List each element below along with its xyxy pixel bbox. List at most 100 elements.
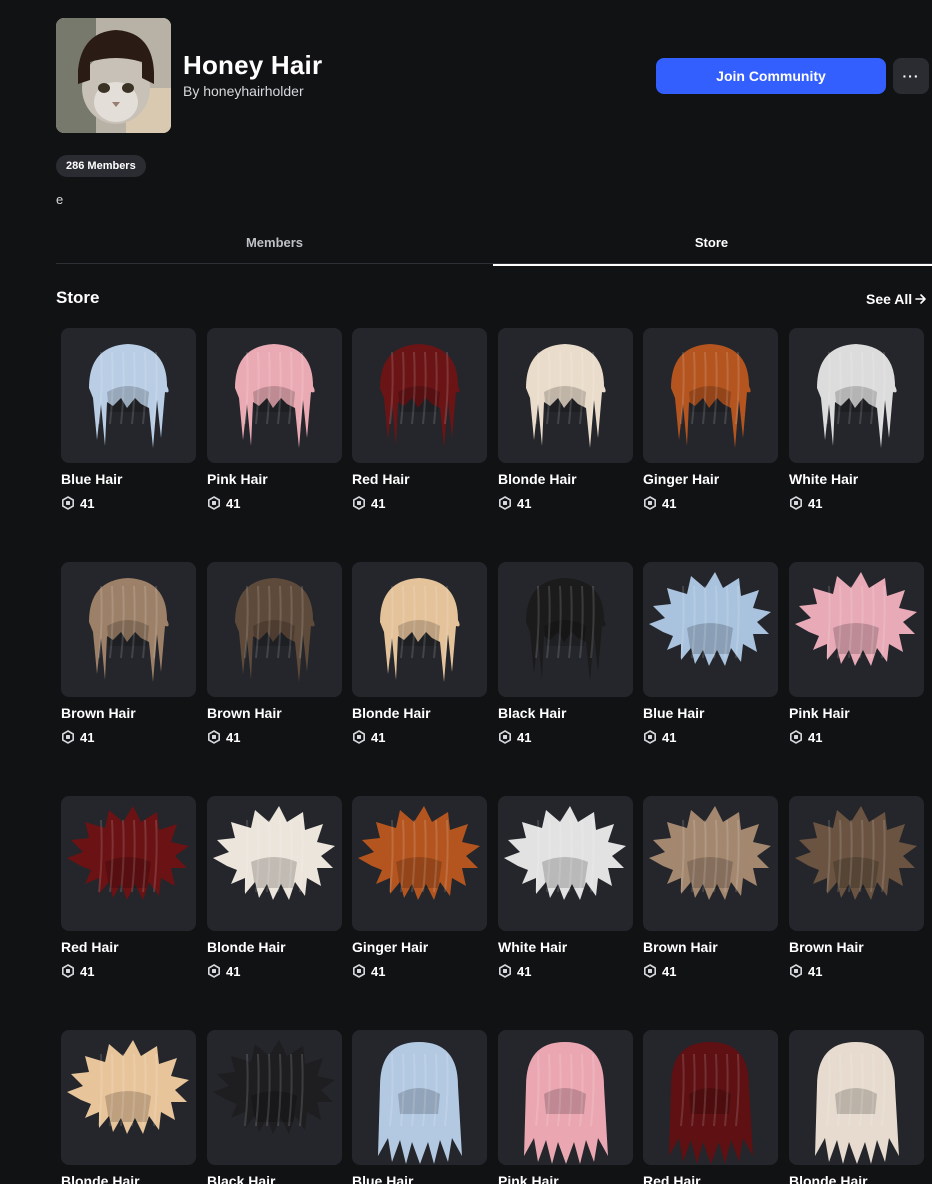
store-item-thumbnail[interactable] [207,796,342,931]
store-item-card[interactable]: Blue Hair 41 [643,562,778,745]
robux-icon [789,496,803,510]
store-item-name[interactable]: Red Hair [61,939,196,957]
store-item-price-value: 41 [517,963,532,979]
store-item-price-value: 41 [662,495,677,511]
store-item-price-value: 41 [80,963,95,979]
store-item-thumbnail[interactable] [61,1030,196,1165]
store-item-name[interactable]: Red Hair [643,1173,778,1184]
store-item-name[interactable]: White Hair [498,939,633,957]
store-item-thumbnail[interactable] [643,328,778,463]
more-options-button[interactable]: ··· [893,58,929,94]
store-item-card[interactable]: Black Hair41 [498,562,633,745]
store-item-price: 41 [643,963,778,979]
store-item-card[interactable]: White Hair 41 [789,328,924,511]
store-item-name[interactable]: Ginger Hair [643,471,778,489]
store-item-price-value: 41 [662,963,677,979]
store-item-name[interactable]: Brown Hair [789,939,924,957]
store-item-card[interactable]: Ginger Hair 41 [643,328,778,511]
store-item-card[interactable]: Pink Hair41 [207,328,342,511]
store-item-price: 41 [643,495,778,511]
store-item-card[interactable]: Brown Hair 41 [643,796,778,979]
store-item-name[interactable]: Blue Hair [61,471,196,489]
store-item-name[interactable]: Pink Hair [207,471,342,489]
store-item-card[interactable]: Brown Hair 41 [61,562,196,745]
store-item-name[interactable]: Blonde Hair [207,939,342,957]
robux-icon [643,964,657,978]
hair-thumbnail-image [89,578,169,682]
store-item-card[interactable]: Pink Hair41 [498,1030,633,1184]
robux-icon [352,730,366,744]
store-item-price: 41 [207,729,342,745]
store-item-card[interactable]: Pink Hair 41 [789,562,924,745]
join-community-button[interactable]: Join Community [656,58,886,94]
tab-bar: Members Store [56,220,932,266]
store-item-card[interactable]: Red Hair 41 [61,796,196,979]
store-item-card[interactable]: Blonde Hair41 [61,1030,196,1184]
store-item-thumbnail[interactable] [498,1030,633,1165]
store-item-thumbnail[interactable] [498,562,633,697]
see-all-link[interactable]: See All [866,291,927,307]
hair-thumbnail-image [815,1042,899,1164]
robux-icon [207,496,221,510]
store-item-card[interactable]: Blonde Hair41 [498,328,633,511]
store-item-price-value: 41 [226,963,241,979]
store-item-name[interactable]: White Hair [789,471,924,489]
store-item-card[interactable]: Red Hair41 [352,328,487,511]
store-item-card[interactable]: White Hair 41 [498,796,633,979]
store-item-thumbnail[interactable] [61,328,196,463]
store-item-name[interactable]: Brown Hair [643,939,778,957]
store-item-card[interactable]: Blonde Hair 41 [207,796,342,979]
store-item-thumbnail[interactable] [61,562,196,697]
store-item-name[interactable]: Brown Hair [61,705,196,723]
store-item-thumbnail[interactable] [61,796,196,931]
store-item-thumbnail[interactable] [352,562,487,697]
store-item-thumbnail[interactable] [643,562,778,697]
store-item-thumbnail[interactable] [643,1030,778,1165]
tab-store[interactable]: Store [493,220,932,266]
store-item-card[interactable]: Red Hair41 [643,1030,778,1184]
store-item-card[interactable]: Blue Hair41 [352,1030,487,1184]
store-item-thumbnail[interactable] [789,1030,924,1165]
tab-members[interactable]: Members [56,220,493,264]
store-item-thumbnail[interactable] [498,328,633,463]
store-item-name[interactable]: Blue Hair [352,1173,487,1184]
store-item-card[interactable]: Blonde Hair41 [789,1030,924,1184]
store-item-name[interactable]: Blonde Hair [498,471,633,489]
store-item-thumbnail[interactable] [643,796,778,931]
store-item-name[interactable]: Ginger Hair [352,939,487,957]
store-item-thumbnail[interactable] [789,562,924,697]
store-item-name[interactable]: Blue Hair [643,705,778,723]
store-item-card[interactable]: Brown Hair 41 [207,562,342,745]
store-item-card[interactable]: Black Hair41 [207,1030,342,1184]
store-item-price-value: 41 [808,729,823,745]
store-item-card[interactable]: Brown Hair 41 [789,796,924,979]
store-item-thumbnail[interactable] [352,1030,487,1165]
store-item-price-value: 41 [808,495,823,511]
store-item-card[interactable]: Ginger Hair 41 [352,796,487,979]
store-item-thumbnail[interactable] [207,328,342,463]
store-item-price-value: 41 [662,729,677,745]
store-item-thumbnail[interactable] [789,796,924,931]
store-item-thumbnail[interactable] [498,796,633,931]
store-item-thumbnail[interactable] [207,1030,342,1165]
store-item-thumbnail[interactable] [352,328,487,463]
store-item-name[interactable]: Brown Hair [207,705,342,723]
store-item-card[interactable]: Blonde Hair41 [352,562,487,745]
group-owner[interactable]: By honeyhairholder [183,83,304,99]
store-item-name[interactable]: Pink Hair [789,705,924,723]
store-item-price: 41 [789,963,924,979]
store-item-thumbnail[interactable] [352,796,487,931]
store-item-thumbnail[interactable] [207,562,342,697]
hair-thumbnail-image [795,572,917,666]
store-item-thumbnail[interactable] [789,328,924,463]
store-item-name[interactable]: Pink Hair [498,1173,633,1184]
store-item-name[interactable]: Blonde Hair [61,1173,196,1184]
store-item-name[interactable]: Red Hair [352,471,487,489]
store-item-card[interactable]: Blue Hair41 [61,328,196,511]
store-item-name[interactable]: Black Hair [207,1173,342,1184]
store-item-name[interactable]: Blonde Hair [789,1173,924,1184]
store-item-price-value: 41 [371,963,386,979]
store-item-name[interactable]: Black Hair [498,705,633,723]
store-item-name[interactable]: Blonde Hair [352,705,487,723]
robux-icon [207,730,221,744]
